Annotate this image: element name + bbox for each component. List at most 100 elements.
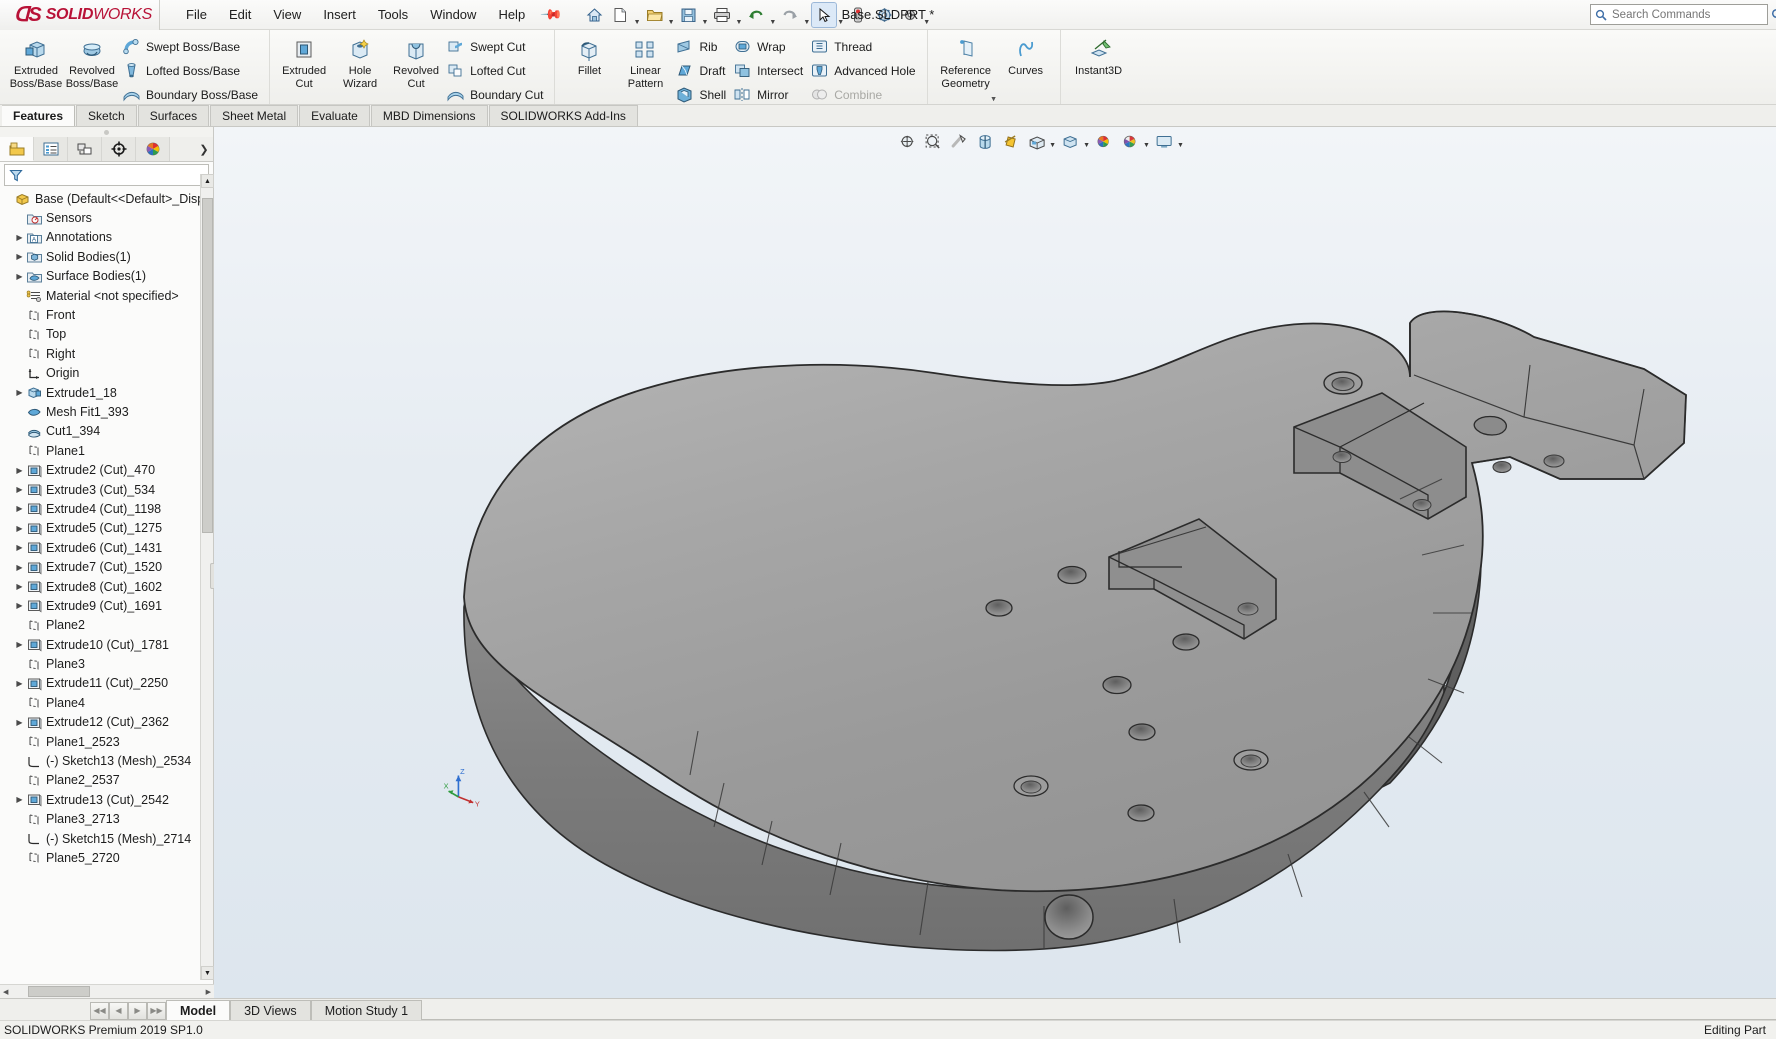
configuration-manager-tab[interactable] <box>68 137 102 161</box>
last-icon[interactable]: ▶▶ <box>147 1002 166 1020</box>
chevron-down-icon[interactable]: ▼ <box>634 19 641 26</box>
rib-button[interactable]: Rib <box>673 36 731 58</box>
magnifier-icon[interactable] <box>1771 8 1776 21</box>
wrap-button[interactable]: Wrap <box>731 36 808 58</box>
chevron-down-icon[interactable]: ▼ <box>702 19 709 26</box>
feature-tree-item[interactable]: ▶Extrude8 (Cut)_1602 <box>0 577 213 596</box>
shell-button[interactable]: Shell <box>673 84 731 106</box>
feature-tree-item[interactable]: (-) Sketch13 (Mesh)_2534 <box>0 751 213 770</box>
swept-boss-base-button[interactable]: Swept Boss/Base <box>120 36 263 58</box>
expand-arrow-icon[interactable]: ▶ <box>13 679 26 688</box>
menu-tools[interactable]: Tools <box>368 3 418 26</box>
undo-arrow-icon[interactable] <box>744 3 768 27</box>
expand-arrow-icon[interactable]: ▶ <box>13 272 26 281</box>
search-input[interactable] <box>1612 9 1766 21</box>
draft-button[interactable]: Draft <box>673 60 731 82</box>
intersect-button[interactable]: Intersect <box>731 60 808 82</box>
chevron-down-icon[interactable]: ▼ <box>735 19 742 26</box>
feature-tree-item[interactable]: ▶Surface Bodies(1) <box>0 267 213 286</box>
thread-button[interactable]: Thread <box>808 36 920 58</box>
search-commands-box[interactable] <box>1590 4 1768 25</box>
chevron-down-icon[interactable]: ▼ <box>837 19 844 26</box>
feature-tree-item[interactable]: Plane4 <box>0 693 213 712</box>
expand-arrow-icon[interactable]: ▶ <box>13 485 26 494</box>
expand-arrow-icon[interactable]: ▶ <box>13 466 26 475</box>
previous-icon[interactable]: ◀ <box>109 1002 128 1020</box>
scroll-thumb[interactable] <box>202 198 213 533</box>
lofted-cut-button[interactable]: Lofted Cut <box>444 60 548 82</box>
extruded-cut-button[interactable]: Extruded Cut <box>276 33 332 90</box>
feature-tree-hscrollbar[interactable]: ◀ ▶ <box>0 984 214 998</box>
feature-tree-item[interactable]: ▶Extrude11 (Cut)_2250 <box>0 674 213 693</box>
feature-tree-item[interactable]: Right <box>0 344 213 363</box>
scroll-down-button[interactable]: ▼ <box>201 966 214 980</box>
feature-tree-item[interactable]: Cut1_394 <box>0 422 213 441</box>
tab-surfaces[interactable]: Surfaces <box>138 105 209 126</box>
feature-tree-item[interactable]: (-) Sketch15 (Mesh)_2714 <box>0 829 213 848</box>
reference-geometry-button[interactable]: Reference Geometry ▼ <box>934 33 998 90</box>
mirror-button[interactable]: Mirror <box>731 84 808 106</box>
expand-arrow-icon[interactable]: ▶ <box>13 795 26 804</box>
revolved-boss-base-button[interactable]: Revolved Boss/Base <box>64 33 120 90</box>
menu-help[interactable]: Help <box>488 3 535 26</box>
expand-arrow-icon[interactable]: ▶ <box>13 388 26 397</box>
panel-more-tabs-button[interactable]: ❯ <box>195 137 213 161</box>
next-icon[interactable]: ▶ <box>128 1002 147 1020</box>
fillet-button[interactable]: Fillet <box>561 33 617 78</box>
tab-evaluate[interactable]: Evaluate <box>299 105 370 126</box>
chevron-down-icon[interactable]: ▼ <box>769 19 776 26</box>
feature-tree-item[interactable]: ▶Extrude1_18 <box>0 383 213 402</box>
feature-tree-item[interactable]: Plane1 <box>0 441 213 460</box>
menu-window[interactable]: Window <box>420 3 486 26</box>
menu-insert[interactable]: Insert <box>313 3 366 26</box>
guitar-body-3d-model[interactable] <box>214 127 1776 997</box>
feature-tree-item[interactable]: ▶Solid Bodies(1) <box>0 247 213 266</box>
feature-tree-item[interactable]: Origin <box>0 364 213 383</box>
feature-tree-item[interactable]: ▶Extrude4 (Cut)_1198 <box>0 499 213 518</box>
expand-arrow-icon[interactable]: ▶ <box>13 582 26 591</box>
feature-tree-item[interactable]: Plane2 <box>0 616 213 635</box>
boundary-boss-base-button[interactable]: Boundary Boss/Base <box>120 84 263 106</box>
linear-pattern-button[interactable]: Linear Pattern <box>617 33 673 90</box>
menu-edit[interactable]: Edit <box>219 3 261 26</box>
feature-tree-item[interactable]: ▶Extrude5 (Cut)_1275 <box>0 519 213 538</box>
printer-icon[interactable] <box>710 3 734 27</box>
expand-arrow-icon[interactable]: ▶ <box>13 640 26 649</box>
feature-tree-item[interactable]: Plane3_2713 <box>0 810 213 829</box>
hole-wizard-button[interactable]: Hole Wizard <box>332 33 388 90</box>
property-manager-tab[interactable] <box>34 137 68 161</box>
feature-tree-item[interactable]: ▶Extrude2 (Cut)_470 <box>0 460 213 479</box>
feature-manager-tab[interactable] <box>0 137 34 161</box>
scroll-up-button[interactable]: ▲ <box>201 174 214 188</box>
filter-input[interactable] <box>23 169 208 181</box>
feature-tree-item[interactable]: Top <box>0 325 213 344</box>
feature-tree-item[interactable]: Front <box>0 305 213 324</box>
feature-tree-item[interactable]: ▶Extrude3 (Cut)_534 <box>0 480 213 499</box>
graphics-viewport[interactable]: ▼ ▼ ▼ ▼ <box>214 127 1776 998</box>
feature-tree-item[interactable]: Base (Default<<Default>_Display Sta <box>0 189 213 208</box>
open-folder-icon[interactable] <box>643 3 667 27</box>
new-doc-icon[interactable] <box>609 3 633 27</box>
cursor-arrow-icon[interactable] <box>812 3 836 27</box>
feature-tree-item[interactable]: Plane5_2720 <box>0 848 213 867</box>
save-disk-icon[interactable] <box>677 3 701 27</box>
tab-sheet-metal[interactable]: Sheet Metal <box>210 105 298 126</box>
feature-tree-item[interactable]: Sensors <box>0 208 213 227</box>
display-manager-tab[interactable] <box>136 137 170 161</box>
feature-tree-item[interactable]: ▶Extrude6 (Cut)_1431 <box>0 538 213 557</box>
expand-arrow-icon[interactable]: ▶ <box>13 524 26 533</box>
bottom-tab-model[interactable]: Model <box>166 1000 230 1021</box>
feature-tree[interactable]: Base (Default<<Default>_Display StaSenso… <box>0 187 213 998</box>
scroll-left-button[interactable]: ◀ <box>3 988 8 996</box>
expand-arrow-icon[interactable]: ▶ <box>13 233 26 242</box>
chevron-down-icon[interactable]: ▼ <box>990 96 997 103</box>
feature-tree-item[interactable]: Mesh Fit1_393 <box>0 402 213 421</box>
bottom-tab-3d-views[interactable]: 3D Views <box>230 1000 311 1021</box>
feature-tree-item[interactable]: Material <not specified> <box>0 286 213 305</box>
curves-button[interactable]: Curves ▼ <box>998 33 1054 78</box>
extruded-boss-base-button[interactable]: Extruded Boss/Base <box>8 33 64 90</box>
tab-features[interactable]: Features <box>2 105 75 126</box>
bottom-tab-motion-study[interactable]: Motion Study 1 <box>311 1000 422 1021</box>
chevron-down-icon[interactable]: ▼ <box>668 19 675 26</box>
dimxpert-manager-tab[interactable] <box>102 137 136 161</box>
